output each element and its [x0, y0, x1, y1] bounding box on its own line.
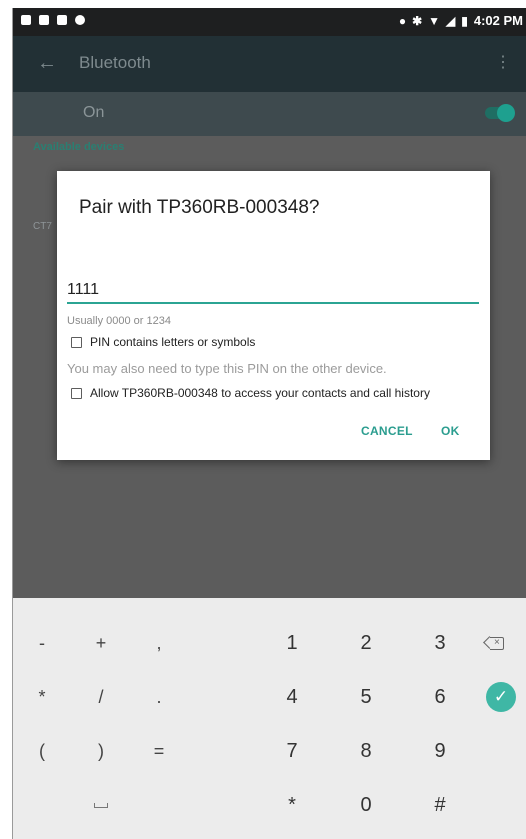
- dialog-title: Pair with TP360RB-000348?: [79, 197, 320, 218]
- contacts-access-option[interactable]: Allow TP360RB-000348 to access your cont…: [71, 386, 430, 400]
- status-bar: ● ✱ ▼ ◢ ▮ 4:02 PM: [13, 8, 526, 36]
- location-icon: ●: [398, 13, 407, 28]
- battery-icon: ▮: [461, 13, 468, 28]
- switch-knob: [497, 104, 515, 122]
- image-icon: [21, 15, 31, 25]
- done-key[interactable]: ✓: [471, 677, 526, 717]
- pin-hint: Usually 0000 or 1234: [67, 315, 171, 327]
- cancel-button[interactable]: CANCEL: [361, 424, 413, 438]
- key-9[interactable]: 9: [410, 731, 470, 771]
- backspace-key[interactable]: ×: [465, 623, 525, 663]
- key-star[interactable]: *: [262, 785, 322, 825]
- wifi-icon: ▼: [428, 13, 441, 28]
- status-right-icons: ● ✱ ▼ ◢ ▮ 4:02 PM: [399, 13, 523, 28]
- arrow-back-icon[interactable]: ←: [37, 52, 57, 74]
- key-5[interactable]: 5: [336, 677, 396, 717]
- key-6[interactable]: 6: [410, 677, 470, 717]
- key-3[interactable]: 3: [410, 623, 470, 663]
- key-close-paren[interactable]: ): [71, 731, 131, 771]
- key-minus[interactable]: -: [13, 623, 72, 663]
- pin-letters-label: PIN contains letters or symbols: [90, 335, 256, 349]
- backspace-icon: ×: [483, 636, 504, 650]
- key-2[interactable]: 2: [336, 623, 396, 663]
- bluetooth-icon: ✱: [412, 13, 423, 28]
- pin-input-value: 1111: [67, 281, 100, 298]
- space-icon: [94, 802, 108, 808]
- key-open-paren[interactable]: (: [13, 731, 72, 771]
- pairing-dialog: Pair with TP360RB-000348? 1111 Usually 0…: [57, 171, 490, 460]
- key-4[interactable]: 4: [262, 677, 322, 717]
- key-equals[interactable]: =: [129, 731, 189, 771]
- key-1[interactable]: 1: [262, 623, 322, 663]
- ok-button[interactable]: OK: [441, 424, 460, 438]
- contacts-access-label: Allow TP360RB-000348 to access your cont…: [90, 386, 430, 400]
- sim-icon: [39, 15, 49, 25]
- android-icon: [75, 15, 85, 25]
- signal-icon: ◢: [446, 13, 456, 28]
- page-title: Bluetooth: [79, 53, 151, 72]
- key-hash[interactable]: #: [410, 785, 470, 825]
- space-key[interactable]: [71, 785, 131, 825]
- pin-input[interactable]: 1111: [67, 278, 479, 304]
- key-8[interactable]: 8: [336, 731, 396, 771]
- key-slash[interactable]: /: [71, 677, 131, 717]
- app-bar: ← Bluetooth ⋮: [13, 36, 526, 92]
- contacts-access-checkbox[interactable]: [71, 387, 82, 399]
- lock-icon: [57, 15, 67, 25]
- bluetooth-switch[interactable]: [485, 104, 515, 122]
- key-0[interactable]: 0: [336, 785, 396, 825]
- key-plus[interactable]: +: [71, 623, 131, 663]
- device-list-item: CT7: [33, 221, 52, 232]
- pin-letters-checkbox[interactable]: [71, 336, 82, 348]
- key-comma[interactable]: ,: [129, 623, 189, 663]
- key-asterisk[interactable]: *: [13, 677, 72, 717]
- bluetooth-toggle-label: On: [83, 104, 105, 121]
- pin-note: You may also need to type this PIN on th…: [67, 361, 387, 376]
- phone-screen: ● ✱ ▼ ◢ ▮ 4:02 PM ← Bluetooth ⋮ On Avail…: [12, 8, 526, 839]
- status-left-icons: [21, 15, 85, 25]
- pin-letters-option[interactable]: PIN contains letters or symbols: [71, 335, 255, 349]
- key-period[interactable]: .: [129, 677, 189, 717]
- available-devices-header: Available devices: [33, 141, 125, 153]
- clock: 4:02 PM: [473, 13, 523, 28]
- bluetooth-toggle-row[interactable]: On: [13, 92, 526, 136]
- checkmark-icon: ✓: [486, 682, 516, 712]
- numeric-keyboard: - + , 1 2 3 × * / . 4 5 6 ✓ ( ) = 7 8 9: [13, 598, 526, 839]
- overflow-menu-icon[interactable]: ⋮: [495, 54, 511, 72]
- key-7[interactable]: 7: [262, 731, 322, 771]
